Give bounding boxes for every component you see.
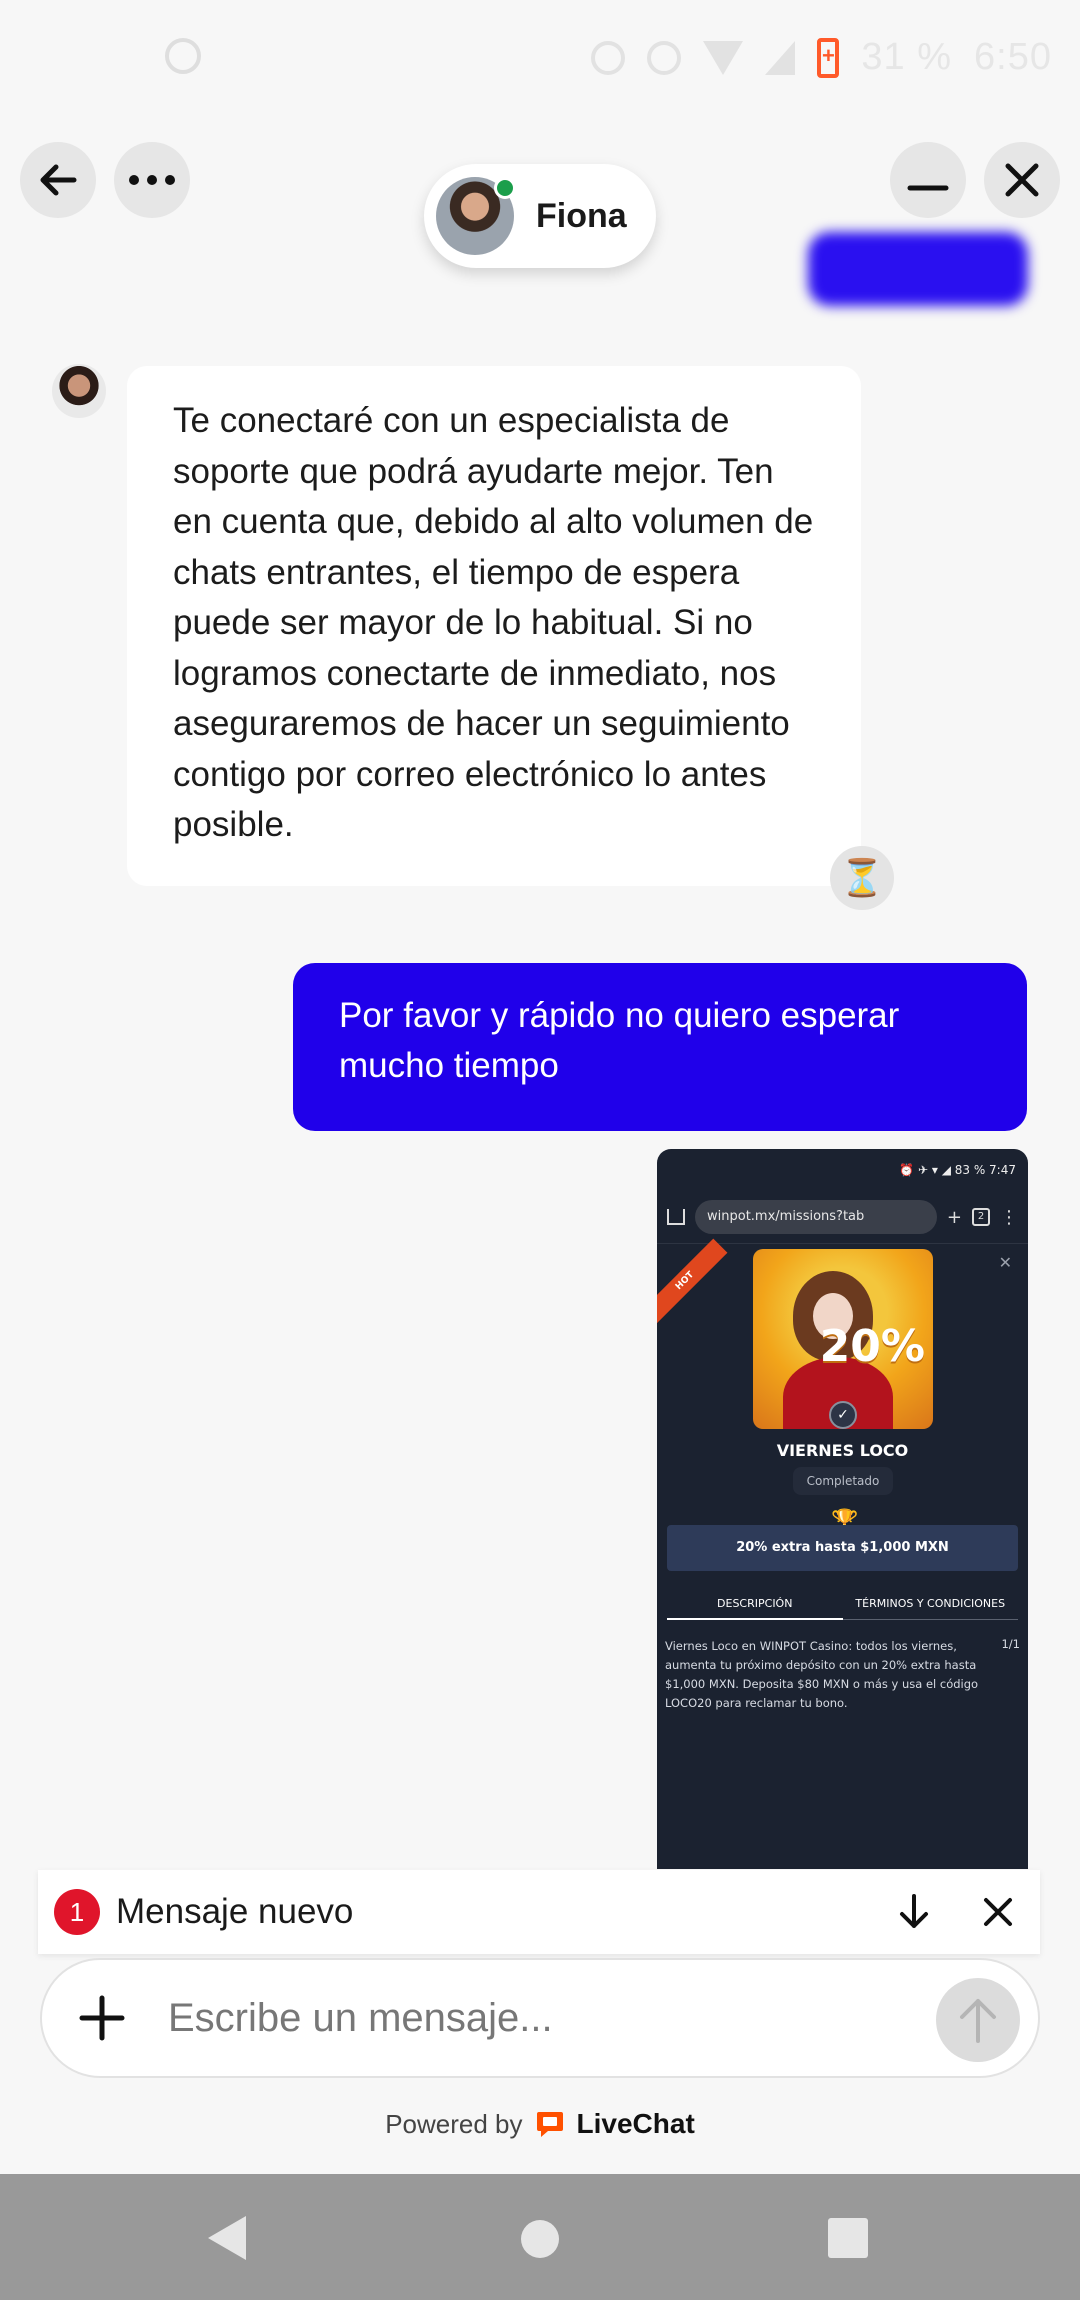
attachment-status-bar: ⏰ ✈ ▾ ◢ 83 % 7:47 [899,1163,1016,1177]
do-not-disturb-icon [647,40,682,75]
plus-icon: + [946,1206,962,1228]
minimize-button[interactable] [890,142,966,218]
nav-recents-button[interactable] [828,2218,868,2258]
livechat-logo-icon [536,2112,563,2137]
agent-header: Fiona [424,164,656,268]
livechat-brand: LiveChat [576,2108,695,2139]
powered-by-label: Powered by [385,2108,523,2139]
battery-icon [817,37,840,78]
scroll-down-button[interactable] [888,1886,940,1938]
more-options-button[interactable] [114,142,190,218]
arrow-down-icon [900,1894,928,1928]
tabs-count: 2 [972,1208,990,1226]
tab-description: DESCRIPCIÓN [667,1597,843,1620]
promo-tabs: DESCRIPCIÓN TÉRMINOS Y CONDICIONES [667,1597,1018,1620]
attachment-close-icon: ✕ [998,1253,1012,1272]
attachment-url: winpot.mx/missions?tab [695,1200,937,1234]
wifi-icon [703,40,744,75]
minimize-icon [907,185,949,191]
plus-icon [79,1995,125,2041]
new-message-banner[interactable]: 1 Mensaje nuevo [38,1870,1040,1954]
dismiss-banner-button[interactable] [972,1886,1024,1938]
close-icon [984,1898,1012,1926]
image-attachment[interactable]: ⏰ ✈ ▾ ◢ 83 % 7:47 winpot.mx/missions?tab… [657,1149,1028,1869]
home-icon [667,1209,685,1225]
status-bar: 31 % 6:50 [0,0,1080,120]
agent-name: Fiona [536,196,627,235]
more-horizontal-icon [129,175,175,185]
promo-percent: 20% [819,1321,925,1372]
clock: 6:50 [974,36,1052,78]
promo-page: 1/1 [1001,1637,1020,1651]
close-chat-button[interactable] [984,142,1060,218]
online-status-dot [494,177,516,199]
tab-terms: TÉRMINOS Y CONDICIONES [842,1597,1018,1620]
send-button[interactable] [936,1978,1020,2062]
powered-by-footer[interactable]: Powered by LiveChat [0,2108,1080,2140]
alarm-icon [591,40,626,75]
nav-back-button[interactable] [208,2216,246,2260]
agent-message: Te conectaré con un especialista de sopo… [127,366,861,886]
message-composer [40,1958,1040,2078]
promo-image: 20% ✓ [753,1249,933,1429]
promo-status: Completado [793,1467,893,1495]
new-message-label: Mensaje nuevo [116,1892,354,1931]
system-navigation-bar [0,2174,1080,2300]
promo-title: VIERNES LOCO [776,1441,909,1460]
battery-percent: 31 % [861,36,953,78]
close-icon [1005,163,1039,197]
nav-home-button[interactable] [521,2220,559,2258]
attachment-browser-bar: winpot.mx/missions?tab + 2 ⋮ [657,1191,1028,1243]
signal-icon [765,40,796,75]
message-input[interactable] [168,1988,848,2048]
back-button[interactable] [20,142,96,218]
promo-description: Viernes Loco en WINPOT Casino: todos los… [665,1639,979,1710]
hot-ribbon: HOT [657,1238,728,1324]
promo-bonus: 20% extra hasta $1,000 MXN [667,1525,1018,1571]
more-vertical-icon: ⋮ [1000,1206,1018,1228]
status-icons: 31 % 6:50 [591,36,1052,79]
agent-avatar-header [436,177,516,255]
user-message: Por favor y rápido no quiero esperar muc… [293,963,1027,1131]
notification-icon [165,38,201,74]
arrow-left-icon [40,164,77,196]
livechat-screen: 31 % 6:50 Fiona Te conectaré con un espe… [0,0,1080,2300]
blurred-element [808,232,1028,306]
agent-avatar [52,364,106,418]
check-icon: ✓ [829,1401,857,1429]
arrow-up-icon [960,1999,996,2043]
attach-button[interactable] [74,1990,130,2046]
new-message-count-badge: 1 [54,1889,100,1935]
hourglass-icon: ⏳ [830,846,894,910]
